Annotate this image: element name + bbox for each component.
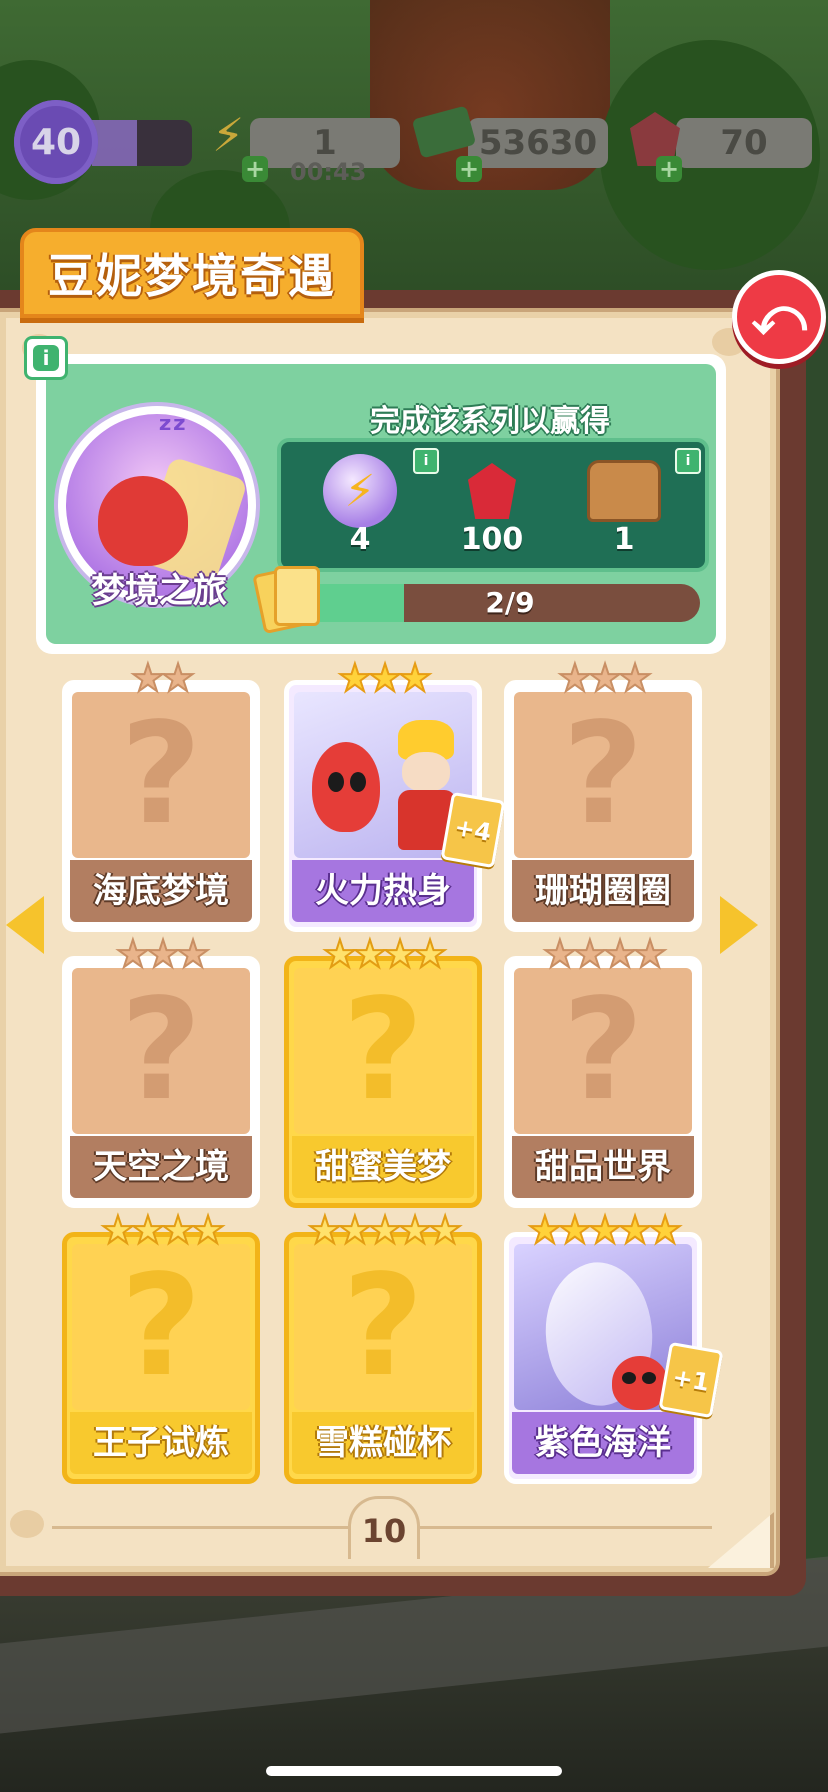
card-label: 天空之境	[70, 1136, 252, 1198]
question-mark-icon: ?	[562, 969, 644, 1132]
card-label: 雪糕碰杯	[292, 1412, 474, 1474]
question-mark-icon: ?	[120, 1245, 202, 1408]
treasure-chest-icon	[587, 460, 661, 522]
star-rating: ★★★	[557, 656, 653, 700]
sticker-card[interactable]: ? 甜品世界 ★★★★	[504, 933, 702, 1208]
reward-chest[interactable]: 1	[569, 448, 679, 558]
ruby-icon	[468, 463, 516, 519]
sticker-card[interactable]: ? 珊瑚圈圈 ★★★	[504, 657, 702, 932]
card-label: 甜蜜美梦	[292, 1136, 474, 1198]
energy-orb-icon: ⚡	[323, 454, 397, 528]
question-mark-icon: ?	[342, 1245, 424, 1408]
energy-timer: 00:43	[290, 158, 367, 186]
star-rating: ★★★★	[542, 932, 668, 976]
card-label: 火力热身	[292, 860, 474, 922]
sticker-card[interactable]: ? 甜蜜美梦 ★★★★	[284, 933, 482, 1208]
next-page-button[interactable]	[720, 896, 760, 954]
add-cash-button[interactable]: +	[456, 156, 482, 182]
info-button[interactable]: i	[24, 336, 68, 380]
star-rating: ★★★	[115, 932, 211, 976]
star-rating: ★★★★★	[527, 1208, 683, 1252]
add-gem-button[interactable]: +	[656, 156, 682, 182]
back-button[interactable]: ⤺	[732, 270, 826, 364]
level-badge[interactable]: 40	[14, 100, 98, 184]
reward-info-icon[interactable]: i	[413, 448, 439, 474]
paw-decoration	[10, 1510, 44, 1538]
page-number: 10	[348, 1496, 420, 1559]
reward-list: ⚡ 4 i 100 1 i	[277, 438, 709, 572]
card-label: 王子试炼	[70, 1412, 252, 1474]
page-title: 豆妮梦境奇遇	[48, 249, 336, 303]
series-name: 梦境之旅	[91, 571, 227, 611]
sticker-card[interactable]: 火力热身 ★★★ +4	[284, 657, 506, 932]
xp-bar	[92, 120, 192, 166]
progress-label: 2/9	[485, 586, 535, 619]
chevron-left-icon	[6, 896, 44, 954]
star-rating: ★★★★	[100, 1208, 226, 1252]
card-label: 紫色海洋	[512, 1412, 694, 1474]
reward-qty: 100	[460, 522, 524, 557]
card-label: 甜品世界	[512, 1136, 694, 1198]
add-energy-button[interactable]: +	[242, 156, 268, 182]
series-progress-bar: 2/9	[320, 584, 700, 622]
previous-page-button[interactable]	[6, 896, 46, 954]
question-mark-icon: ?	[120, 693, 202, 856]
star-rating: ★★★★	[322, 932, 448, 976]
gem-counter[interactable]: 70	[676, 118, 812, 168]
question-mark-icon: ?	[342, 969, 424, 1132]
card-label: 珊瑚圈圈	[512, 860, 694, 922]
energy-value: 1	[313, 123, 337, 163]
reward-qty: 1	[613, 522, 635, 557]
reward-energy[interactable]: ⚡ 4	[305, 448, 415, 558]
sticker-card[interactable]: 紫色海洋 ★★★★★ +1	[504, 1209, 724, 1484]
card-label: 海底梦境	[70, 860, 252, 922]
reward-heading: 完成该系列以赢得	[370, 404, 610, 439]
cards-icon	[252, 565, 320, 635]
boy-character	[402, 752, 450, 792]
chevron-right-icon	[720, 896, 758, 954]
question-mark-icon: ?	[562, 693, 644, 856]
question-mark-icon: ?	[120, 969, 202, 1132]
sticker-card[interactable]: ? 海底梦境 ★★	[62, 657, 260, 932]
page-title-tab: 豆妮梦境奇遇	[20, 228, 364, 318]
reward-info-icon[interactable]: i	[675, 448, 701, 474]
gem-value: 70	[720, 123, 768, 163]
reward-ruby[interactable]: 100	[437, 448, 547, 558]
info-icon: i	[33, 345, 59, 371]
reward-qty: 4	[349, 522, 371, 557]
sleep-zzz-icon: ᶻᶻ	[158, 410, 187, 450]
cash-value: 53630	[478, 123, 598, 163]
arrow-left-icon: ⤺	[751, 286, 807, 347]
sticker-card[interactable]: ? 雪糕碰杯 ★★★★★	[284, 1209, 482, 1484]
star-rating: ★★★★★	[307, 1208, 463, 1252]
sticker-card[interactable]: ? 王子试炼 ★★★★	[62, 1209, 260, 1484]
star-rating: ★★★	[337, 656, 433, 700]
star-rating: ★★	[130, 656, 196, 700]
lightning-icon: ⚡	[212, 108, 245, 162]
sticker-card[interactable]: ? 天空之境 ★★★	[62, 933, 260, 1208]
red-bean-character	[312, 742, 380, 832]
home-indicator[interactable]	[266, 1766, 562, 1776]
cash-counter[interactable]: 53630	[468, 118, 608, 168]
